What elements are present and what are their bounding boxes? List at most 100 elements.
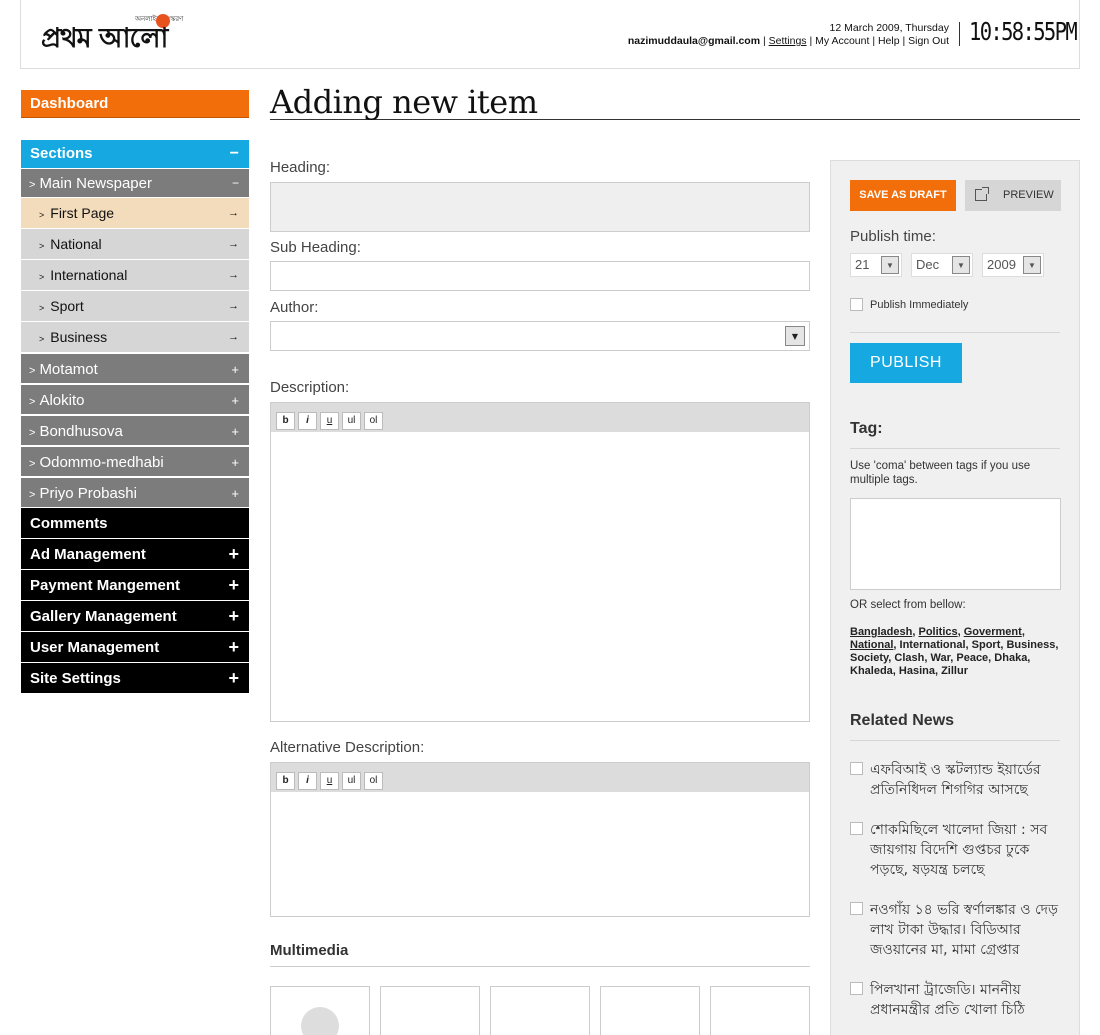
- sidebar-item-label: International: [50, 267, 128, 283]
- expand-icon[interactable]: +: [228, 601, 239, 632]
- description-label: Description:: [270, 379, 350, 396]
- tag-link-goverment[interactable]: Goverment: [964, 626, 1022, 638]
- sidebar-item-first-page[interactable]: > First Page →: [21, 197, 249, 228]
- user-email: nazimuddaula@gmail.com: [627, 35, 761, 47]
- multimedia-title: Multimedia: [270, 942, 810, 967]
- related-news-checkbox[interactable]: [850, 822, 863, 835]
- sidebar-item-gallery-management[interactable]: Gallery Management +: [21, 600, 249, 631]
- settings-link[interactable]: Settings: [769, 35, 807, 47]
- unordered-list-button[interactable]: ul: [342, 772, 361, 790]
- sidebar-item-payment-management[interactable]: Payment Mangement +: [21, 569, 249, 600]
- chevron-right-icon: >: [29, 489, 36, 501]
- month-select[interactable]: Dec ▼: [911, 253, 973, 277]
- expand-icon[interactable]: +: [231, 354, 239, 385]
- sidebar-item-label: Odommo-medhabi: [39, 454, 164, 471]
- alt-description-editor[interactable]: b i u ul ol: [270, 762, 810, 917]
- sidebar-item-label: Sections: [30, 145, 93, 162]
- unordered-list-button[interactable]: ul: [342, 412, 361, 430]
- heading-input[interactable]: [270, 182, 810, 232]
- tag-input[interactable]: [850, 498, 1061, 590]
- multimedia-slot[interactable]: [270, 986, 370, 1035]
- day-select[interactable]: 21 ▼: [850, 253, 902, 277]
- sidebar-item-sections[interactable]: Sections −: [21, 140, 249, 168]
- sidebar-item-ad-management[interactable]: Ad Management +: [21, 538, 249, 569]
- help-link[interactable]: Help: [878, 35, 900, 47]
- ordered-list-button[interactable]: ol: [364, 772, 383, 790]
- multimedia-slot[interactable]: [490, 986, 590, 1035]
- publish-button[interactable]: PUBLISH: [850, 343, 962, 383]
- sidebar-item-label: Business: [50, 329, 108, 345]
- related-news-checkbox[interactable]: [850, 762, 863, 775]
- collapse-icon[interactable]: −: [230, 140, 239, 168]
- related-news-checkbox[interactable]: [850, 902, 863, 915]
- expand-icon[interactable]: +: [228, 539, 239, 570]
- italic-button[interactable]: i: [298, 772, 317, 790]
- publish-panel: SAVE AS DRAFT PREVIEW Publish time: 21 ▼…: [830, 160, 1080, 1035]
- expand-icon[interactable]: +: [228, 632, 239, 663]
- dropdown-arrow-icon[interactable]: ▼: [881, 256, 899, 274]
- sidebar-item-main-newspaper[interactable]: > Main Newspaper −: [21, 168, 249, 197]
- related-news-text: নওগাঁয় ১৪ ভরি স্বর্ণালঙ্কার ও দেড় লাখ …: [870, 902, 1059, 958]
- alt-description-label: Alternative Description:: [270, 739, 425, 756]
- my-account-link[interactable]: My Account: [815, 35, 869, 47]
- underline-button[interactable]: u: [320, 772, 339, 790]
- sidebar-item-dashboard[interactable]: Dashboard: [21, 90, 249, 118]
- logo[interactable]: অনলাইন সংস্করণ প্রথম আলো: [41, 10, 211, 54]
- underline-button[interactable]: u: [320, 412, 339, 430]
- bullet-icon: >: [39, 334, 45, 344]
- sidebar-item-motamot[interactable]: > Motamot +: [21, 352, 249, 383]
- sidebar-item-label: Main Newspaper: [39, 175, 152, 192]
- divider: [850, 740, 1060, 741]
- expand-icon[interactable]: +: [228, 570, 239, 601]
- author-select[interactable]: ▼: [270, 321, 810, 351]
- bold-button[interactable]: b: [276, 772, 295, 790]
- dropdown-arrow-icon[interactable]: ▼: [785, 326, 805, 346]
- collapse-icon[interactable]: −: [232, 169, 239, 198]
- sidebar: Dashboard Sections − > Main Newspaper − >…: [21, 90, 249, 693]
- tag-link-bangladesh[interactable]: Bangladesh: [850, 626, 912, 638]
- dropdown-arrow-icon[interactable]: ▼: [1023, 256, 1041, 274]
- preview-button[interactable]: PREVIEW: [965, 180, 1061, 211]
- sidebar-item-sport[interactable]: > Sport →: [21, 290, 249, 321]
- sidebar-item-international[interactable]: > International →: [21, 259, 249, 290]
- heading-label: Heading:: [270, 159, 331, 176]
- sidebar-item-user-management[interactable]: User Management +: [21, 631, 249, 662]
- year-select[interactable]: 2009 ▼: [982, 253, 1044, 277]
- publish-time-label: Publish time:: [850, 228, 936, 245]
- ordered-list-button[interactable]: ol: [364, 412, 383, 430]
- save-draft-button[interactable]: SAVE AS DRAFT: [850, 180, 956, 211]
- multimedia-slot[interactable]: [600, 986, 700, 1035]
- tag-link-national[interactable]: National: [850, 639, 893, 651]
- publish-immediately-checkbox[interactable]: [850, 298, 863, 311]
- arrow-right-icon: →: [228, 269, 239, 281]
- multimedia-slot[interactable]: [710, 986, 810, 1035]
- sidebar-item-comments[interactable]: Comments: [21, 507, 249, 538]
- expand-icon[interactable]: +: [231, 447, 239, 478]
- sidebar-item-label: Priyo Probashi: [39, 485, 137, 502]
- italic-button[interactable]: i: [298, 412, 317, 430]
- sidebar-item-odommo-medhabi[interactable]: > Odommo-medhabi +: [21, 445, 249, 476]
- sign-out-link[interactable]: Sign Out: [908, 35, 949, 47]
- expand-icon[interactable]: +: [231, 416, 239, 447]
- expand-icon[interactable]: +: [228, 663, 239, 694]
- sidebar-item-label: User Management: [30, 639, 160, 656]
- description-editor[interactable]: b i u ul ol: [270, 402, 810, 722]
- sidebar-item-label: Ad Management: [30, 546, 146, 563]
- tag-link-politics[interactable]: Politics: [918, 626, 957, 638]
- related-news-text: শোকমিছিলে খালেদা জিয়া : সব জায়গায় বিদ…: [870, 822, 1048, 878]
- sidebar-item-business[interactable]: > Business →: [21, 321, 249, 352]
- sidebar-item-alokito[interactable]: > Alokito +: [21, 383, 249, 414]
- sidebar-item-national[interactable]: > National →: [21, 228, 249, 259]
- multimedia-slot[interactable]: [380, 986, 480, 1035]
- expand-icon[interactable]: +: [231, 385, 239, 416]
- sidebar-item-site-settings[interactable]: Site Settings +: [21, 662, 249, 693]
- sidebar-item-label: First Page: [50, 205, 115, 221]
- subheading-input[interactable]: [270, 261, 810, 291]
- expand-icon[interactable]: +: [231, 478, 239, 509]
- bold-button[interactable]: b: [276, 412, 295, 430]
- related-news-checkbox[interactable]: [850, 982, 863, 995]
- sidebar-item-priyo-probashi[interactable]: > Priyo Probashi +: [21, 476, 249, 507]
- dropdown-arrow-icon[interactable]: ▼: [952, 256, 970, 274]
- author-label: Author:: [270, 299, 319, 316]
- sidebar-item-bondhusova[interactable]: > Bondhusova +: [21, 414, 249, 445]
